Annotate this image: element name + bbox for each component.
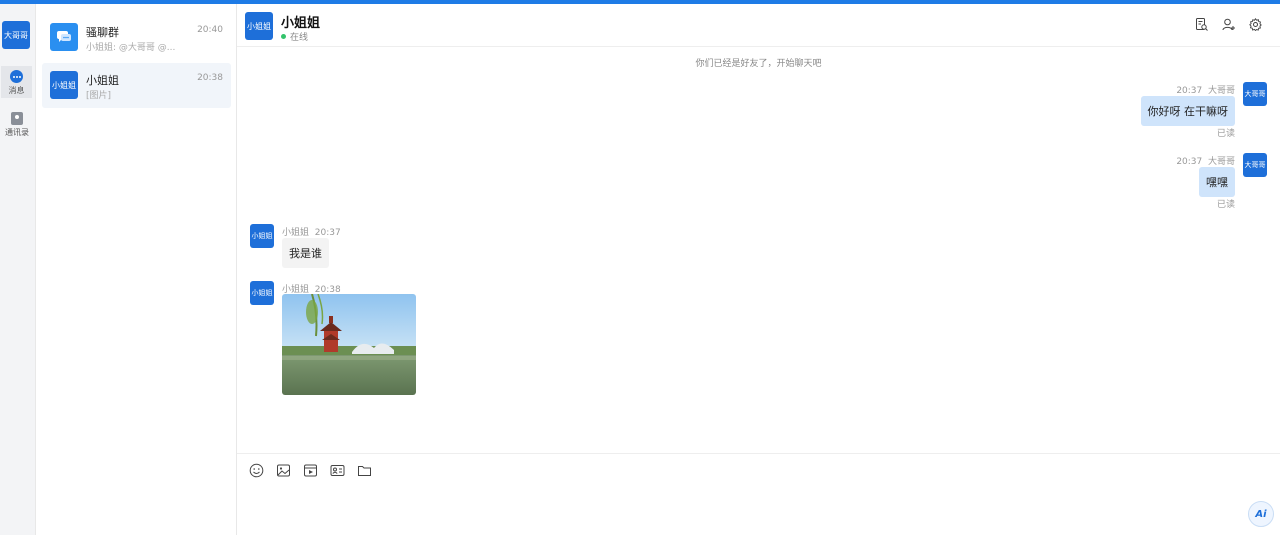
chat-title: 小姐姐 bbox=[281, 16, 321, 31]
image-icon[interactable] bbox=[276, 463, 291, 478]
user-avatar[interactable]: 大哥哥 bbox=[2, 21, 30, 49]
folder-icon[interactable] bbox=[357, 463, 372, 478]
conversation-avatar: 小姐姐 bbox=[50, 71, 78, 99]
read-receipt: 已读 bbox=[1216, 200, 1235, 210]
nav-item-label: 通讯录 bbox=[5, 128, 29, 137]
conversation-item[interactable]: 骚聊群 20:40 小姐姐: @大哥哥 @... bbox=[42, 15, 231, 60]
message-avatar[interactable]: 大哥哥 bbox=[1243, 82, 1267, 106]
message-image[interactable] bbox=[282, 294, 416, 395]
message-avatar[interactable]: 小姐姐 bbox=[250, 224, 274, 248]
nav-item-label: 消息 bbox=[8, 86, 25, 95]
conversation-time: 20:38 bbox=[197, 73, 223, 83]
add-user-icon[interactable] bbox=[1222, 18, 1235, 31]
conversation-time: 20:40 bbox=[197, 25, 223, 35]
contacts-icon bbox=[11, 112, 23, 125]
message-meta: 20:37 大哥哥 bbox=[1176, 157, 1235, 167]
system-notice: 你们已经是好友了，开始聊天吧 bbox=[695, 59, 822, 69]
chat-header: 小姐姐 小姐姐 在线 bbox=[237, 4, 1280, 47]
group-chat-icon bbox=[50, 23, 78, 51]
contact-card-icon[interactable] bbox=[330, 463, 345, 478]
settings-icon[interactable] bbox=[1249, 18, 1262, 32]
message-bubble[interactable]: 你好呀 在干嘛呀 bbox=[1140, 96, 1235, 126]
message-meta: 20:37 大哥哥 bbox=[1176, 86, 1235, 96]
conversation-list: 骚聊群 20:40 小姐姐: @大哥哥 @... 小姐姐 小姐姐 20:38 [… bbox=[36, 4, 237, 535]
conversation-item[interactable]: 小姐姐 小姐姐 20:38 [图片] bbox=[42, 63, 231, 108]
video-icon[interactable] bbox=[303, 463, 318, 478]
emoji-icon[interactable] bbox=[249, 463, 264, 478]
nav-rail: 大哥哥 消息 通讯录 bbox=[0, 4, 36, 535]
chat-avatar[interactable]: 小姐姐 bbox=[245, 12, 273, 40]
status-text: 在线 bbox=[290, 33, 309, 43]
message-avatar[interactable]: 小姐姐 bbox=[250, 281, 274, 305]
message-bubble[interactable]: 嘿嘿 bbox=[1199, 167, 1235, 197]
chat-panel: 小姐姐 小姐姐 在线 你们已经是好友了，开始聊天吧 大哥哥 20:37 大哥哥 … bbox=[237, 4, 1280, 535]
chat-history-icon[interactable] bbox=[1195, 18, 1208, 31]
read-receipt: 已读 bbox=[1216, 129, 1235, 139]
online-status: 在线 bbox=[281, 30, 308, 43]
message-composer[interactable]: Ai bbox=[237, 453, 1280, 535]
message-meta: 小姐姐 20:37 bbox=[282, 228, 341, 238]
chat-bubble-icon bbox=[10, 70, 23, 83]
conversation-preview: [图片] bbox=[86, 91, 112, 101]
nav-item-contacts[interactable]: 通讯录 bbox=[0, 108, 34, 140]
conversation-name: 小姐姐 bbox=[86, 74, 119, 87]
message-avatar[interactable]: 大哥哥 bbox=[1243, 153, 1267, 177]
message-bubble[interactable]: 我是谁 bbox=[282, 238, 329, 268]
conversation-preview: 小姐姐: @大哥哥 @... bbox=[86, 43, 176, 53]
conversation-name: 骚聊群 bbox=[86, 26, 119, 39]
online-dot bbox=[281, 34, 286, 39]
ai-assistant-button[interactable]: Ai bbox=[1248, 501, 1274, 527]
nav-item-messages[interactable]: 消息 bbox=[1, 66, 32, 98]
